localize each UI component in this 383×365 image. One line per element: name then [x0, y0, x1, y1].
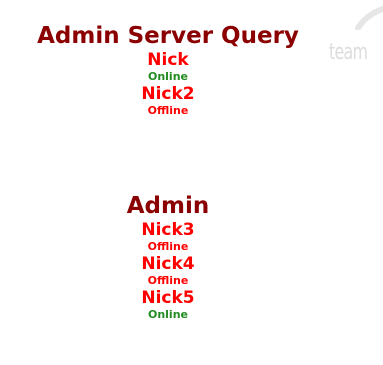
- player-name[interactable]: Nick3: [0, 220, 336, 240]
- player-name[interactable]: Nick4: [0, 254, 336, 274]
- status-online-label: Online: [147, 308, 188, 321]
- group-title: Admin Server Query: [37, 23, 299, 49]
- player-entry[interactable]: Nick2 Offline: [0, 84, 336, 118]
- status-offline-label: Offline: [147, 274, 189, 287]
- player-entry[interactable]: Nick Online: [0, 50, 336, 84]
- server-group-admin: Admin Nick3 Offline Nick4 Offline Nick5 …: [0, 193, 336, 322]
- player-name[interactable]: Nick: [0, 50, 336, 70]
- status-online-label: Online: [147, 70, 188, 83]
- player-name[interactable]: Nick5: [0, 288, 336, 308]
- player-name[interactable]: Nick2: [0, 84, 336, 104]
- teamspeak-logo-icon: [355, 5, 383, 30]
- status-offline-label: Offline: [147, 240, 189, 253]
- player-entry[interactable]: Nick3 Offline: [0, 220, 336, 254]
- player-entry[interactable]: Nick4 Offline: [0, 254, 336, 288]
- player-entry[interactable]: Nick5 Online: [0, 288, 336, 322]
- group-title: Admin: [126, 193, 210, 219]
- server-group-admin-server-query: Admin Server Query Nick Online Nick2 Off…: [0, 23, 336, 118]
- status-offline-label: Offline: [147, 104, 189, 117]
